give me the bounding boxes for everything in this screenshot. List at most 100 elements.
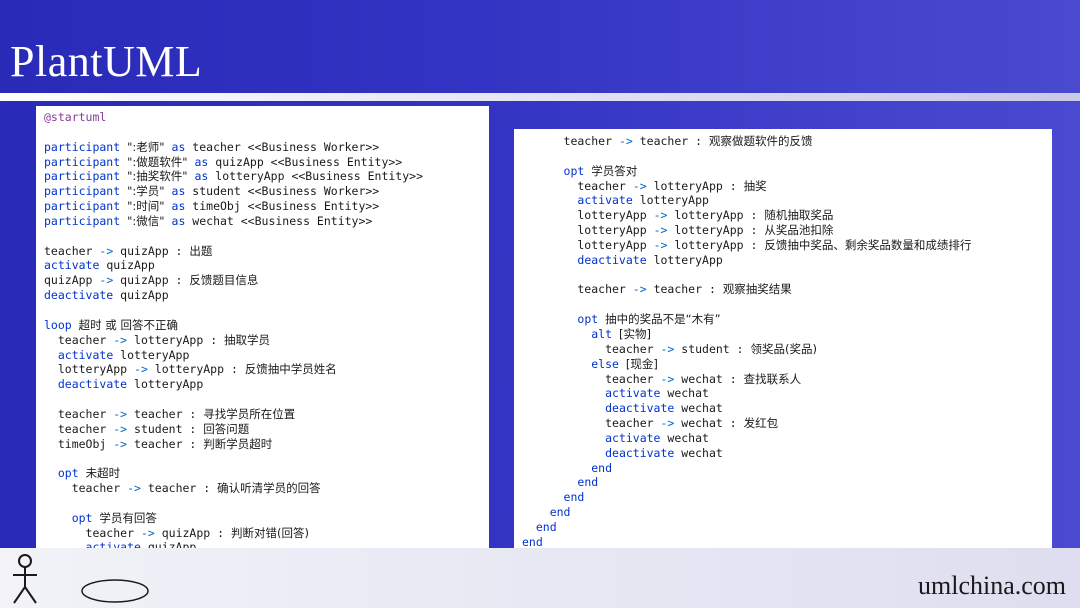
code-token: quizApp : — [113, 243, 190, 258]
actor-stick-figure-icon — [13, 554, 37, 604]
code-token: 随机抽取奖品 — [764, 208, 834, 223]
code-line: activate quizApp — [44, 258, 489, 273]
title-divider — [0, 93, 1080, 101]
code-token: teacher — [44, 243, 100, 258]
code-line: deactivate wechat — [522, 446, 1052, 461]
code-token: quizApp — [44, 273, 100, 288]
code-token: -> — [660, 371, 675, 386]
code-line: teacher -> quizApp : 出题 — [44, 244, 489, 259]
code-token: lotteryApp : — [667, 237, 765, 252]
code-token: participant — [44, 154, 121, 169]
code-line: participant ":抽奖软件" as lotteryApp <<Busi… — [44, 169, 489, 184]
code-token: as — [171, 184, 186, 199]
code-token: lotteryApp : — [147, 362, 245, 377]
code-line: loop 超时 或 回答不正确 — [44, 318, 489, 333]
code-line: deactivate lotteryApp — [44, 377, 489, 392]
code-token: participant — [44, 199, 121, 214]
code-token: else — [591, 356, 619, 371]
code-token: -> — [113, 421, 128, 436]
code-token: activate — [57, 347, 114, 362]
code-token: 抽取学员 — [224, 332, 271, 347]
code-token: participant — [44, 139, 121, 154]
code-token: -> — [140, 525, 155, 540]
code-token: activate — [605, 430, 661, 445]
code-line: teacher -> quizApp : 判断对错(回答) — [44, 526, 489, 541]
code-token: timeObj <<Business Entity>> — [185, 199, 380, 214]
code-token: teacher <<Business Worker>> — [185, 139, 380, 154]
code-token: lotteryApp — [646, 252, 723, 267]
code-token: 抽奖 — [743, 178, 767, 193]
code-token: as — [171, 139, 186, 154]
code-token: 从奖品池扣除 — [764, 223, 834, 238]
code-token: participant — [44, 169, 121, 184]
code-line: activate lotteryApp — [44, 348, 489, 363]
code-token: wechat : — [674, 416, 744, 431]
code-token: 观察抽奖结果 — [722, 282, 792, 297]
code-line: teacher -> teacher : 观察抽奖结果 — [522, 282, 1052, 297]
code-line: opt 抽中的奖品不是“木有” — [522, 312, 1052, 327]
code-token: teacher — [522, 371, 661, 386]
code-token: opt — [71, 510, 93, 525]
code-line: teacher -> teacher : 确认听清学员的回答 — [44, 481, 489, 496]
code-line: end — [522, 505, 1052, 520]
code-token: teacher — [522, 341, 661, 356]
code-token: end — [549, 505, 571, 520]
code-token: 学员答对 — [591, 163, 638, 178]
code-token: lotteryApp : — [646, 178, 744, 193]
code-line: participant ":学员" as student <<Business … — [44, 184, 489, 199]
code-line: end — [522, 475, 1052, 490]
code-token: 超时 或 回答不正确 — [78, 317, 178, 332]
code-token: 反馈题目信息 — [189, 273, 259, 288]
code-token: lotteryApp : — [127, 332, 225, 347]
code-line: quizApp -> quizApp : 反馈题目信息 — [44, 273, 489, 288]
code-line: teacher -> teacher : 寻找学员所在位置 — [44, 407, 489, 422]
code-token: lotteryApp — [522, 223, 654, 238]
code-token: teacher — [522, 282, 633, 297]
code-token: timeObj — [44, 436, 114, 451]
code-token: lotteryApp — [127, 377, 204, 392]
code-token: end — [577, 475, 599, 490]
code-token: ":学员" — [127, 184, 165, 199]
code-token: 抽中的奖品不是“木有” — [605, 312, 721, 327]
code-token: ":抽奖软件" — [127, 169, 188, 184]
code-token: wechat — [660, 430, 709, 445]
code-token: as — [171, 199, 186, 214]
code-token: teacher : — [127, 436, 204, 451]
code-token: alt — [591, 326, 613, 341]
code-token: participant — [44, 213, 121, 228]
code-line: opt 学员有回答 — [44, 511, 489, 526]
code-line: teacher -> lotteryApp : 抽奖 — [522, 179, 1052, 194]
code-line: deactivate wechat — [522, 401, 1052, 416]
code-token: student <<Business Worker>> — [185, 184, 380, 199]
code-token: [实物] — [618, 326, 651, 341]
code-token: lotteryApp — [113, 347, 190, 362]
code-token: 出题 — [189, 243, 213, 258]
code-token: 未超时 — [85, 466, 121, 481]
code-token: -> — [113, 436, 128, 451]
code-token: teacher : — [127, 406, 204, 421]
code-token: 回答问题 — [203, 421, 250, 436]
code-token: deactivate — [57, 377, 128, 392]
code-token: ":微信" — [127, 213, 165, 228]
code-token: 查找联系人 — [743, 371, 802, 386]
code-line: else [现金] — [522, 357, 1052, 372]
code-token: deactivate — [605, 401, 675, 416]
code-line: teacher -> student : 领奖品(奖品) — [522, 342, 1052, 357]
code-token: -> — [660, 416, 675, 431]
code-token: 寻找学员所在位置 — [203, 406, 296, 421]
footer-website: umlchina.com — [918, 571, 1067, 600]
code-line: opt 未超时 — [44, 466, 489, 481]
code-token: -> — [653, 223, 668, 238]
code-token: -> — [99, 243, 114, 258]
